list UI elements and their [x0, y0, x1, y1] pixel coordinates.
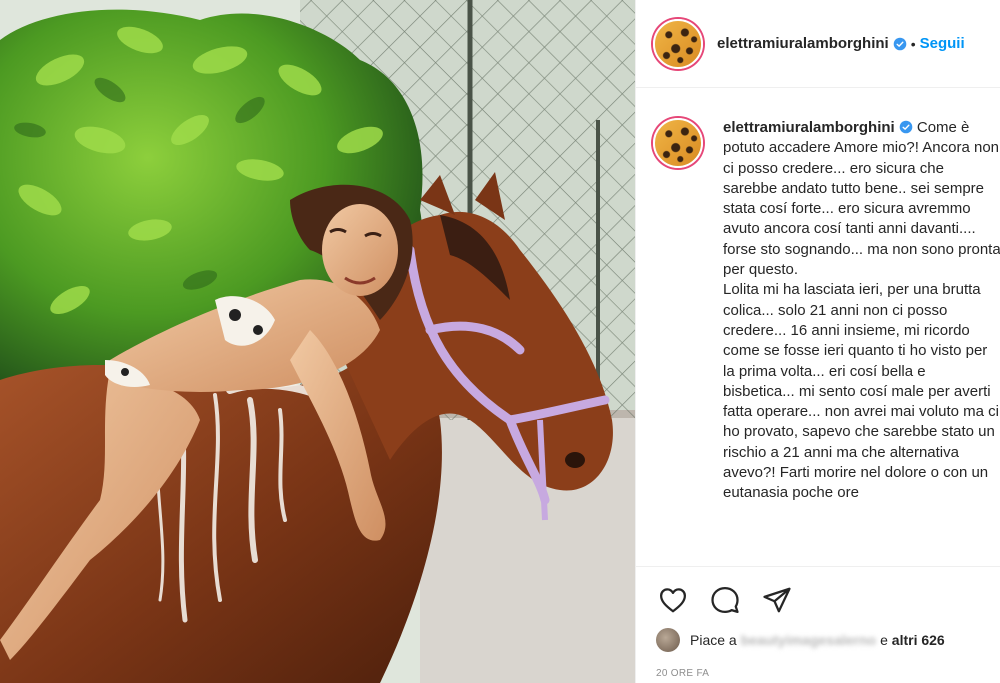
action-buttons [656, 583, 794, 617]
caption-verified-badge-icon [899, 120, 913, 134]
likes-prefix: Piace a [690, 632, 737, 648]
likes-middle: e [880, 632, 888, 648]
likes-others[interactable]: altri 626 [892, 632, 945, 648]
post-header: elettramiuralamborghini • Seguii [636, 0, 1000, 88]
caption-body: Come è potuto accadere Amore mio?! Ancor… [723, 119, 1000, 502]
post-image [0, 0, 635, 683]
post-side-panel: elettramiuralamborghini • Seguii elettra… [635, 0, 1000, 683]
heart-icon[interactable] [656, 583, 690, 617]
caption-author-avatar[interactable] [653, 118, 703, 168]
caption-text: elettramiuralamborghini Come è potuto ac… [723, 118, 1000, 566]
caption-username[interactable]: elettramiuralamborghini [723, 119, 895, 136]
author-username[interactable]: elettramiuralamborghini [717, 35, 889, 52]
caption-section: elettramiuralamborghini Come è potuto ac… [636, 88, 1000, 566]
likes-summary: Piace a beautyimagesalerno e altri 626 [656, 628, 945, 652]
header-separator: • [910, 35, 916, 52]
author-avatar[interactable] [653, 18, 703, 69]
post-timestamp[interactable]: 20 ORE FA [656, 668, 709, 679]
follow-button[interactable]: Seguii [920, 35, 965, 52]
verified-badge-icon [893, 37, 907, 50]
liker-username[interactable]: beautyimagesalerno [741, 632, 876, 648]
liker-avatar[interactable] [656, 628, 680, 652]
comment-icon[interactable] [708, 583, 742, 617]
post-actions: Piace a beautyimagesalerno e altri 626 2… [636, 566, 1000, 683]
paper-plane-icon[interactable] [760, 583, 794, 617]
post-photo [0, 0, 635, 683]
